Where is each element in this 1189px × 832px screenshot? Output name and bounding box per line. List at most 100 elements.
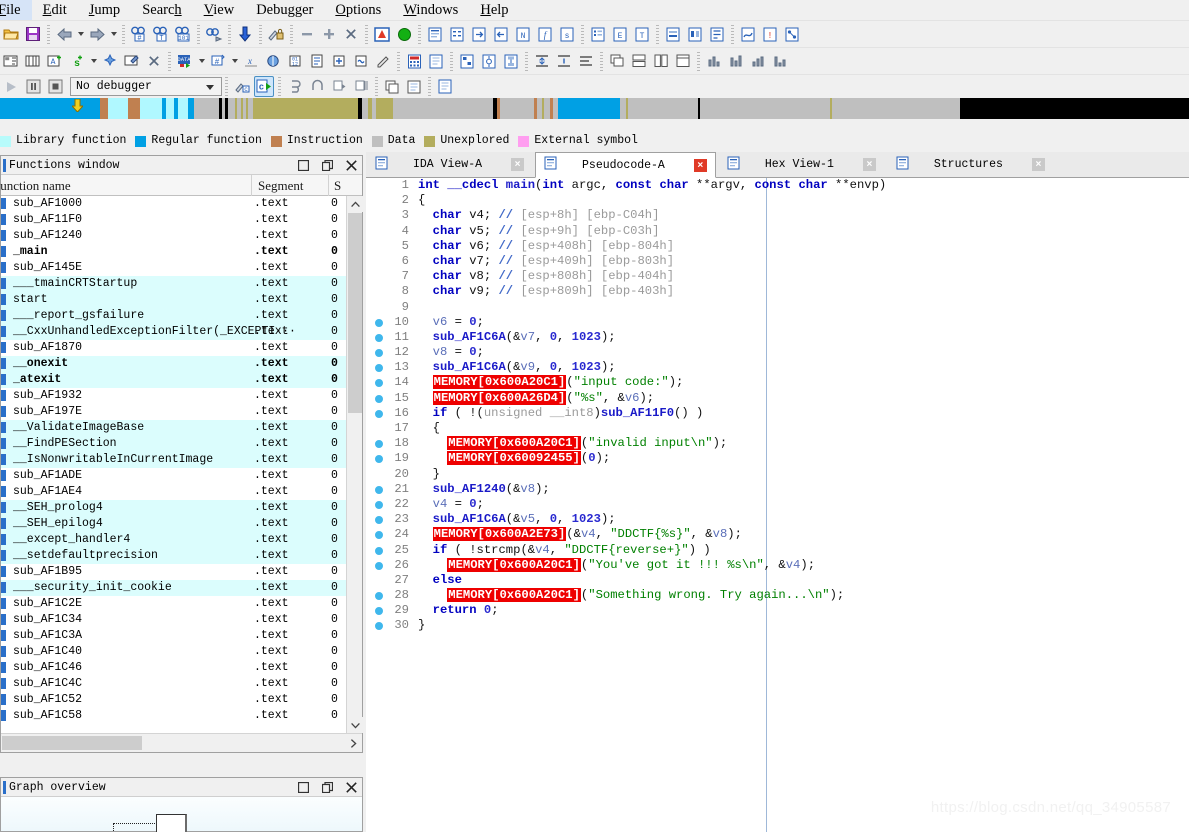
- debugger-select[interactable]: No debugger: [70, 77, 222, 96]
- pencil-edit-icon[interactable]: [373, 51, 393, 72]
- column-size[interactable]: S: [334, 178, 341, 194]
- number-format-dropdown[interactable]: [229, 51, 240, 72]
- menu-search[interactable]: Search: [131, 0, 192, 20]
- calculator-icon[interactable]: [404, 51, 424, 72]
- function-row[interactable]: sub_AF1C2E .text 0: [1, 596, 346, 612]
- code-line[interactable]: 3 char v4; // [esp+8h] [ebp-C04h]: [366, 208, 1189, 223]
- hex-view-icon[interactable]: [447, 24, 467, 45]
- make-struct-dropdown[interactable]: [88, 51, 99, 72]
- function-row[interactable]: sub_AF1C4C .text 0: [1, 676, 346, 692]
- breakpoint-dot-icon[interactable]: [375, 561, 383, 570]
- tab-ida-view-a[interactable]: IDA View-A ×: [366, 152, 534, 177]
- menu-options[interactable]: Options: [324, 0, 392, 20]
- make-struct-icon[interactable]: s: [67, 51, 87, 72]
- code-line[interactable]: 8 char v9; // [esp+809h] [ebp-403h]: [366, 284, 1189, 299]
- run-to-cursor-icon[interactable]: [351, 76, 371, 97]
- proximity-view-icon[interactable]: [479, 51, 499, 72]
- function-row[interactable]: sub_AF1C34 .text 0: [1, 612, 346, 628]
- make-code-icon[interactable]: A: [45, 51, 65, 72]
- function-row[interactable]: __except_handler4 .text 0: [1, 532, 346, 548]
- code-line[interactable]: 11 sub_AF1C6A(&v7, 0, 1023);: [366, 330, 1189, 345]
- selectors-icon[interactable]: [707, 24, 727, 45]
- breakpoint-dot-icon[interactable]: [375, 318, 383, 327]
- window-tile-h-icon[interactable]: [629, 51, 649, 72]
- code-line[interactable]: 24 MEMORY[0x600A2E73](&v4, "DDCTF{%s}", …: [366, 527, 1189, 542]
- menu-help[interactable]: Help: [469, 0, 519, 20]
- breakpoint-dot-icon[interactable]: [375, 516, 383, 525]
- function-row[interactable]: _atexit .text 0: [1, 372, 346, 388]
- variable-name[interactable]: v4: [786, 558, 801, 572]
- menu-file[interactable]: File: [0, 0, 32, 20]
- minus-icon[interactable]: [297, 24, 317, 45]
- tab-close-icon[interactable]: ×: [862, 158, 876, 171]
- function-row[interactable]: ___security_init_cookie .text 0: [1, 580, 346, 596]
- code-line[interactable]: 30}: [366, 618, 1189, 633]
- chart-bars-icon[interactable]: [704, 51, 724, 72]
- variable-name[interactable]: v6: [625, 391, 640, 405]
- graph-overview-canvas[interactable]: [1, 797, 362, 832]
- chart-bars2-icon[interactable]: [726, 51, 746, 72]
- tab-close-icon[interactable]: ×: [511, 158, 525, 171]
- function-row[interactable]: ___report_gsfailure .text 0: [1, 308, 346, 324]
- notepad-icon[interactable]: [426, 51, 446, 72]
- undefine-icon[interactable]: [100, 51, 120, 72]
- save-icon[interactable]: [23, 24, 43, 45]
- imports-icon[interactable]: [491, 24, 511, 45]
- decompile-icon[interactable]: c: [254, 76, 274, 97]
- graph-view-icon[interactable]: [457, 51, 477, 72]
- chart-bars4-icon[interactable]: [770, 51, 790, 72]
- menu-edit[interactable]: Edit: [32, 0, 78, 20]
- function-row[interactable]: __onexit .text 0: [1, 356, 346, 372]
- variable-name[interactable]: v4: [535, 543, 550, 557]
- strings-icon[interactable]: s: [557, 24, 577, 45]
- breakpoint-dot-icon[interactable]: [375, 607, 383, 616]
- code-line[interactable]: 1 int __cdecl main(int argc, const char *…: [366, 178, 1189, 193]
- edit-comment-icon[interactable]: [122, 51, 142, 72]
- breakpoint-dot-icon[interactable]: [375, 333, 383, 342]
- search-text-icon[interactable]: T: [151, 24, 171, 45]
- variable-name[interactable]: v7: [520, 330, 535, 344]
- calls-icon[interactable]: [782, 24, 802, 45]
- search-next-icon[interactable]: [204, 24, 224, 45]
- patch-lock-icon[interactable]: [266, 24, 286, 45]
- function-row[interactable]: sub_AF145E .text 0: [1, 260, 346, 276]
- step-out-icon[interactable]: [329, 76, 349, 97]
- xrefs-icon[interactable]: [263, 51, 283, 72]
- memory-ref-highlight[interactable]: MEMORY[0x600A20C1]: [447, 557, 581, 572]
- code-line[interactable]: 4 char v5; // [esp+9h] [ebp-C03h]: [366, 224, 1189, 239]
- breakpoint-dot-icon[interactable]: [375, 485, 383, 494]
- code-line[interactable]: 29 return 0;: [366, 603, 1189, 618]
- breakpoint-dot-icon[interactable]: [375, 364, 383, 373]
- scrollbar-thumb[interactable]: [348, 213, 362, 413]
- menu-debugger[interactable]: Debugger: [245, 0, 324, 20]
- tab-close-icon[interactable]: ×: [1031, 158, 1045, 171]
- tab-structures[interactable]: Structures ×: [886, 152, 1054, 177]
- memory-ref-highlight[interactable]: MEMORY[0x600A20C1]: [447, 436, 581, 451]
- scroll-right-icon[interactable]: [345, 736, 361, 750]
- pseudocode-view[interactable]: 1 int __cdecl main(int argc, const char *…: [366, 178, 1189, 832]
- code-line[interactable]: 14 MEMORY[0x600A20C1]("input code:");: [366, 375, 1189, 390]
- search-hex-icon[interactable]: #: [129, 24, 149, 45]
- function-call[interactable]: sub_AF1C6A: [433, 330, 506, 344]
- data-format-icon[interactable]: DATA: [175, 51, 195, 72]
- rename-icon[interactable]: x: [241, 51, 261, 72]
- code-line[interactable]: 13 sub_AF1C6A(&v9, 0, 1023);: [366, 360, 1189, 375]
- code-line[interactable]: 25 if ( !strcmp(&v4, "DDCTF{reverse+}") …: [366, 543, 1189, 558]
- code-line[interactable]: 27 else: [366, 573, 1189, 588]
- enums-icon[interactable]: E: [610, 24, 630, 45]
- problems-icon[interactable]: !: [760, 24, 780, 45]
- breakpoint-dot-icon[interactable]: [375, 531, 383, 540]
- navigate-forward-dropdown[interactable]: [108, 24, 119, 45]
- column-segment[interactable]: Segment: [258, 178, 304, 194]
- segment-registers-icon[interactable]: [685, 24, 705, 45]
- restore-icon[interactable]: [321, 159, 334, 172]
- tab-hex-view-1[interactable]: Hex View-1 ×: [717, 152, 885, 177]
- function-call[interactable]: sub_AF1C6A: [433, 512, 506, 526]
- tab-pseudocode-a[interactable]: Pseudocode-A ×: [535, 152, 716, 178]
- function-row[interactable]: __IsNonwritableInCurrentImage .text 0: [1, 452, 346, 468]
- breakpoint-dot-icon[interactable]: [375, 500, 383, 509]
- function-row[interactable]: __SEH_epilog4 .text 0: [1, 516, 346, 532]
- plus-minus-icon[interactable]: [329, 51, 349, 72]
- maximize-icon[interactable]: [297, 781, 310, 794]
- ida-view-icon[interactable]: [425, 24, 445, 45]
